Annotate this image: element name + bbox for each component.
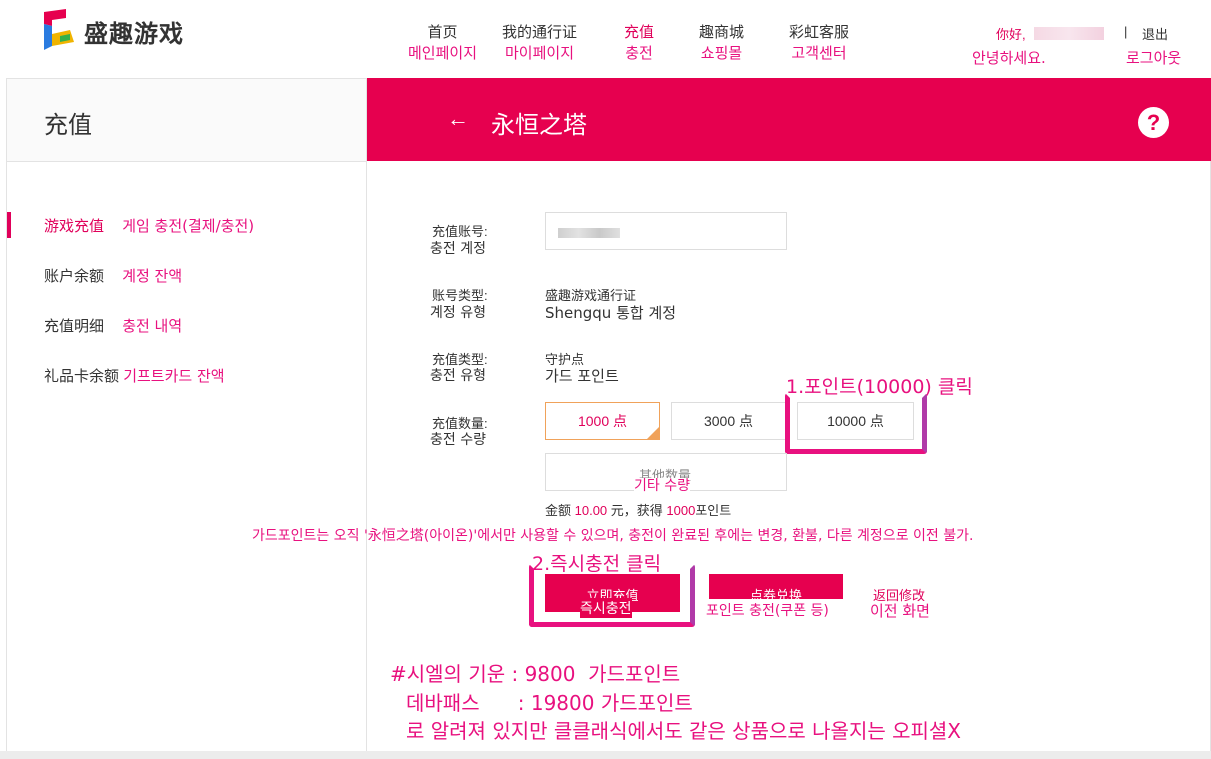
nav-customer-service-kr: 고객센터	[791, 44, 847, 62]
game-banner: ← 永恒之塔 ?	[367, 78, 1211, 161]
logout-link[interactable]: 退出 로그아웃	[1126, 24, 1181, 68]
summary-points: 1000	[666, 503, 696, 518]
sidebar: 充值 游戏充值 게임 충전(결제/충전) 账户余额 계정 잔액 充值明细 충전 …	[6, 78, 367, 759]
account-field[interactable]	[545, 212, 787, 250]
sidebar-item-giftcard-balance[interactable]: 礼品卡余额 기프트카드 잔액	[44, 365, 225, 386]
sidebar-item-game-recharge[interactable]: 游戏充值 게임 충전(결제/충전)	[44, 215, 254, 236]
charge-type-value-kr: 가드 포인트	[545, 367, 619, 385]
game-title: 永恒之塔	[491, 112, 587, 139]
account-type-label-kr: 계정 유형	[430, 305, 486, 321]
account-type-value-kr: Shengqu 통합 계정	[545, 304, 677, 322]
amount-option-3000[interactable]: 3000 点	[671, 402, 786, 440]
summary-text: 포인트	[695, 503, 732, 518]
summary-text: 元，获得	[607, 503, 667, 518]
logo-mark-icon	[44, 9, 74, 50]
nav-customer-service-cn: 彩虹客服	[789, 24, 850, 41]
sidebar-title-text: 充值	[44, 112, 92, 139]
active-indicator	[7, 212, 11, 238]
summary-amount: 10.00	[574, 503, 608, 518]
logout-cn: 退出	[1142, 27, 1169, 42]
charge-type-label-kr: 충전 유형	[430, 368, 486, 384]
sidebar-item-kr: 계정 잔액	[122, 267, 183, 285]
other-amount-kr: 기타 수량	[634, 478, 690, 494]
nav-my-passport-cn: 我的通行证	[502, 24, 578, 41]
amount-option-label: 3000 点	[703, 413, 754, 429]
summary-text: 金额	[545, 503, 575, 518]
account-type-label-cn: 账号类型:	[432, 288, 488, 303]
coupon-button-kr: 포인트 충전(쿠폰 등)	[706, 600, 829, 620]
footer-bar	[0, 751, 1211, 759]
bottom-note-line2: 데바패스 : 19800 가드포인트	[406, 691, 693, 715]
logout-kr: 로그아웃	[1126, 49, 1182, 67]
nav-my-passport-kr: 마이페이지	[505, 44, 575, 62]
account-label: 充值账号:	[432, 222, 488, 241]
nav-recharge-cn: 充值	[624, 24, 655, 41]
sidebar-item-cn: 游戏充值	[44, 218, 105, 235]
account-label-cn: 充值账号:	[432, 224, 488, 239]
back-modify-kr: 이전 화면	[870, 602, 930, 620]
amount-summary: 金额 10.00 元，获得 1000포인트	[545, 501, 731, 520]
selected-corner-icon	[647, 427, 659, 439]
sidebar-item-kr: 게임 충전(결제/충전)	[122, 217, 255, 235]
bottom-note-line1: #시엘의 기운 : 9800 가드포인트	[390, 662, 681, 686]
amount-option-1000[interactable]: 1000 点	[545, 402, 660, 440]
nav-home-kr: 메인페이지	[408, 44, 478, 62]
user-greeting: 你好, 안녕하세요.	[972, 24, 1104, 68]
sidebar-title: 充值	[7, 79, 366, 162]
sidebar-item-kr: 기프트카드 잔액	[123, 367, 225, 385]
username-blurred	[1033, 27, 1104, 40]
nav-shop[interactable]: 趣商城 쇼핑몰	[699, 22, 744, 64]
nav-recharge[interactable]: 充值 충전	[624, 22, 654, 64]
nav-recharge-kr: 충전	[625, 44, 653, 62]
highlight-box-charge	[529, 564, 695, 627]
bottom-note-line3: 로 알려져 있지만 클클래식에서도 같은 상품으로 나올지는 오피셜X	[406, 719, 962, 743]
coupon-exchange-button[interactable]: 点券兑换	[709, 574, 843, 603]
sidebar-item-kr: 충전 내역	[122, 317, 183, 335]
account-value-blurred	[558, 228, 620, 238]
nav-home[interactable]: 首页 메인페이지	[408, 22, 477, 64]
nav-customer-service[interactable]: 彩虹客服 고객센터	[789, 22, 849, 64]
other-amount-field[interactable]: 其他数量 기타 수량	[545, 453, 787, 494]
sidebar-item-cn: 账户余额	[44, 268, 105, 285]
logo-text: 盛趣游戏	[84, 20, 184, 48]
sidebar-item-recharge-history[interactable]: 充值明细 충전 내역	[44, 315, 182, 336]
amount-option-label: 1000 点	[577, 413, 628, 429]
notice-text: 가드포인트는 오직 '永恒之塔(아이온)'에서만 사용할 수 있으며, 충전이 …	[252, 528, 974, 544]
sidebar-item-account-balance[interactable]: 账户余额 계정 잔액	[44, 265, 182, 286]
greeting-kr: 안녕하세요.	[972, 49, 1046, 67]
nav-my-passport[interactable]: 我的通行证 마이페이지	[502, 22, 577, 64]
nav-shop-cn: 趣商城	[699, 24, 745, 41]
nav-home-cn: 首页	[427, 24, 458, 41]
help-icon[interactable]: ?	[1138, 107, 1169, 138]
sidebar-item-cn: 充值明细	[44, 318, 105, 335]
back-arrow-icon[interactable]: ←	[447, 106, 469, 132]
highlight-box-10000	[785, 393, 927, 454]
account-label-kr: 충전 계정	[430, 241, 486, 257]
logo[interactable]: 盛趣游戏	[40, 8, 184, 54]
sidebar-item-cn: 礼品卡余额	[44, 368, 120, 385]
nav-shop-kr: 쇼핑몰	[700, 44, 743, 62]
amount-label-kr: 충전 수량	[430, 432, 486, 448]
account-type-value-cn: 盛趣游戏通行证	[545, 288, 637, 303]
header: 盛趣游戏 首页 메인페이지 我的通行证 마이페이지 充值 충전 趣商城 쇼핑몰 …	[0, 0, 1211, 78]
greeting-cn: 你好,	[996, 27, 1026, 42]
